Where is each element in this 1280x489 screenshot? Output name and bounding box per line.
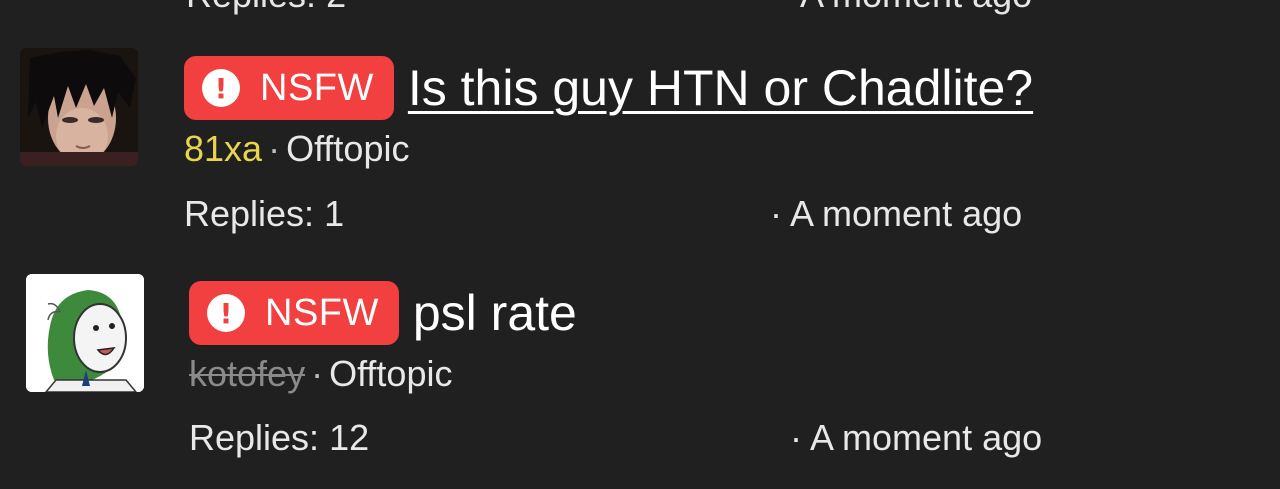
forum-name[interactable]: Offtopic	[286, 128, 409, 169]
thread-time: · A moment ago	[770, 193, 1023, 234]
thread-meta: 81xa · Offtopic	[184, 128, 409, 170]
thread-title-line: ! NSFW Is this guy HTN or Chadlite?	[184, 56, 1033, 120]
user-avatar-image	[20, 48, 138, 166]
replies-count: Replies: 12	[189, 417, 370, 458]
meta-separator: ·	[268, 128, 281, 169]
thread-title-link[interactable]: Is this guy HTN or Chadlite?	[408, 59, 1033, 117]
exclamation-circle-icon: !	[207, 294, 245, 332]
replies-count: Replies: 2	[186, 0, 346, 16]
nsfw-label: NSFW	[260, 66, 374, 109]
replies-count: Replies: 1	[184, 193, 345, 234]
meta-separator: ·	[311, 353, 324, 394]
avatar[interactable]	[20, 48, 138, 166]
thread-title-link[interactable]: psl rate	[413, 284, 577, 342]
nsfw-badge: ! NSFW	[184, 56, 394, 120]
thread-title-line: ! NSFW psl rate	[189, 281, 577, 345]
author-name[interactable]: kotofey	[189, 353, 305, 394]
previous-thread-row[interactable]: Replies: 2 · A moment ago	[0, 0, 1280, 15]
forum-name[interactable]: Offtopic	[329, 353, 452, 394]
avatar[interactable]	[26, 274, 144, 392]
nsfw-badge: ! NSFW	[189, 281, 399, 345]
exclamation-circle-icon: !	[202, 69, 240, 107]
thread-time: · A moment ago	[780, 0, 1032, 16]
thread-meta: kotofey · Offtopic	[189, 353, 452, 395]
thread-time: · A moment ago	[790, 417, 1043, 458]
nsfw-label: NSFW	[265, 291, 379, 334]
user-avatar-image	[26, 274, 144, 392]
author-name[interactable]: 81xa	[184, 128, 262, 169]
thread-list: Replies: 2 · A moment ago ! NSFW Is this…	[0, 0, 1280, 489]
